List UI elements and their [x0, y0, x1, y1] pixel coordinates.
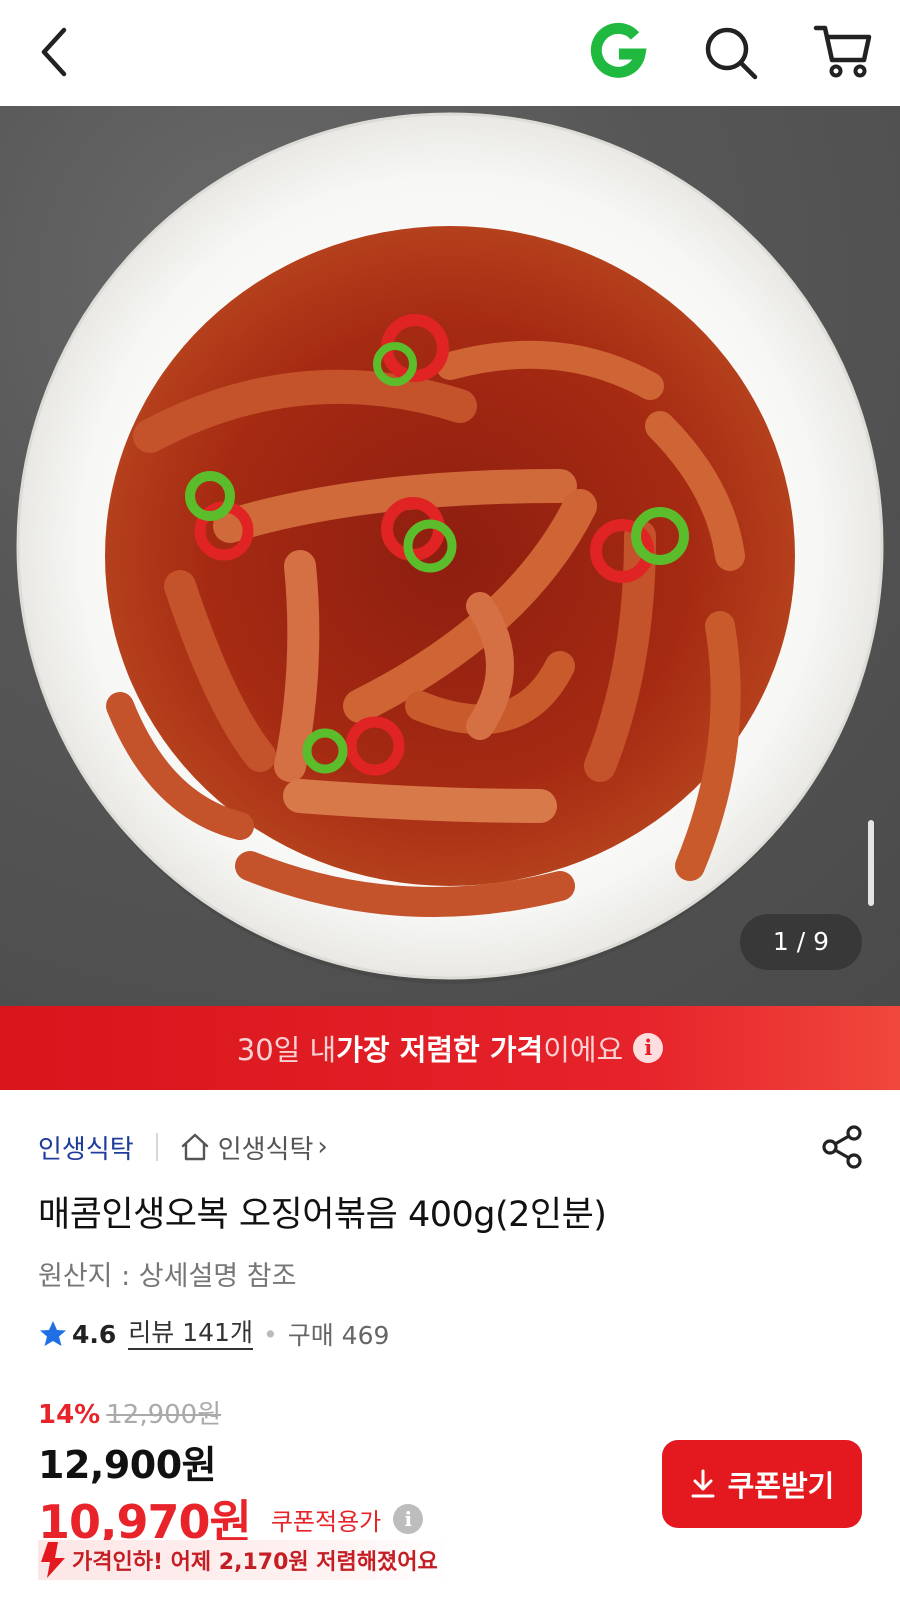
arrow-down-icon — [41, 1542, 65, 1578]
banner-prefix: 30일 내 — [236, 1033, 337, 1067]
seller-link[interactable]: 인생식탁 — [38, 1129, 134, 1166]
discount-percent: 14% — [38, 1400, 101, 1430]
info-icon[interactable]: i — [633, 1033, 664, 1063]
chevron-left-icon[interactable] — [34, 22, 78, 82]
discount-row: 14% 12,900원 — [38, 1394, 221, 1431]
star-icon — [40, 1321, 66, 1346]
product-title: 매콤인생오복 오징어볶음 400g(2인분) — [38, 1195, 607, 1235]
review-count-link[interactable]: 리뷰 141개 — [128, 1318, 253, 1350]
banner-suffix: 이에요 — [543, 1033, 624, 1067]
share-icon[interactable] — [820, 1124, 866, 1170]
banner-highlight: 가장 저렴한 가격 — [336, 1033, 544, 1067]
store-link[interactable]: 인생식탁 › — [180, 1129, 328, 1166]
get-coupon-button[interactable]: 쿠폰받기 — [662, 1440, 862, 1528]
separator-dot: • — [262, 1319, 278, 1349]
rating-score: 4.6 — [72, 1319, 117, 1349]
sale-price: 12,900원 — [38, 1443, 217, 1487]
home-icon — [181, 1133, 208, 1161]
original-price: 12,900원 — [106, 1400, 222, 1430]
product-origin: 원산지 : 상세설명 참조 — [38, 1261, 297, 1292]
coupon-price-label: 쿠폰적용가 — [270, 1507, 382, 1536]
cart-icon[interactable] — [812, 20, 874, 82]
info-icon[interactable]: i — [393, 1504, 424, 1534]
image-scroll-indicator — [868, 820, 874, 906]
gmarket-g-icon[interactable] — [588, 22, 648, 84]
price-drop-notice: 가격인하! 어제 2,170원 저렴해졌어요 — [38, 1540, 448, 1580]
divider — [155, 1133, 158, 1161]
top-bar — [0, 0, 900, 106]
get-coupon-label: 쿠폰받기 — [727, 1471, 835, 1503]
search-icon[interactable] — [702, 24, 760, 82]
seller-row: 인생식탁 인생식탁 › — [38, 1124, 328, 1170]
product-photo — [16, 112, 884, 984]
rating-row: 4.6 리뷰 141개 • 구매 469 — [38, 1314, 389, 1354]
chevron-right-icon: › — [317, 1132, 328, 1162]
product-image-gallery[interactable]: 1 / 9 — [0, 106, 900, 1006]
lowest-price-banner: 30일 내 가장 저렴한 가격 이에요 i — [0, 1006, 900, 1090]
store-link-label: 인생식탁 — [217, 1134, 314, 1165]
purchase-count: 구매 469 — [287, 1321, 390, 1350]
price-drop-text: 가격인하! 어제 2,170원 저렴해졌어요 — [72, 1550, 438, 1575]
image-counter: 1 / 9 — [740, 914, 862, 970]
download-icon — [691, 1469, 715, 1498]
